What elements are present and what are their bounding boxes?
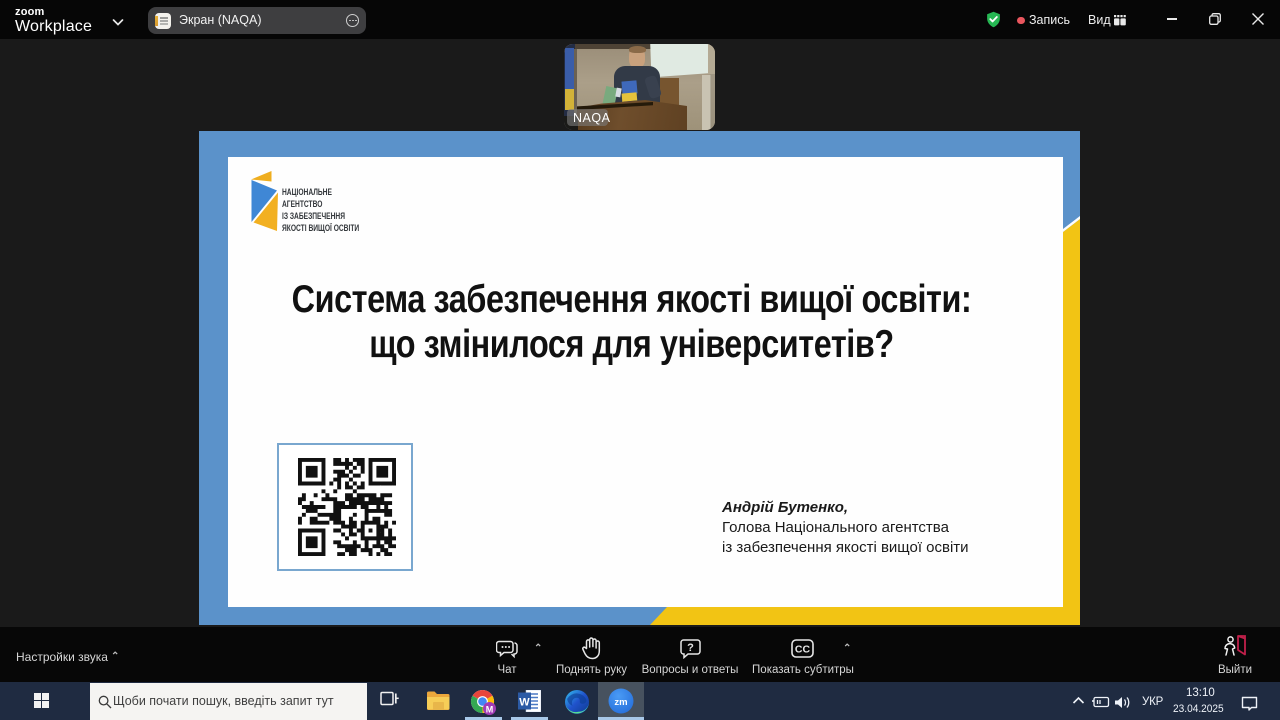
svg-text:CC: CC [795,644,811,656]
svg-text:?: ? [687,642,694,654]
svg-text:W: W [519,697,530,709]
svg-text:M: M [486,705,494,715]
svg-text:zm: zm [614,697,627,708]
